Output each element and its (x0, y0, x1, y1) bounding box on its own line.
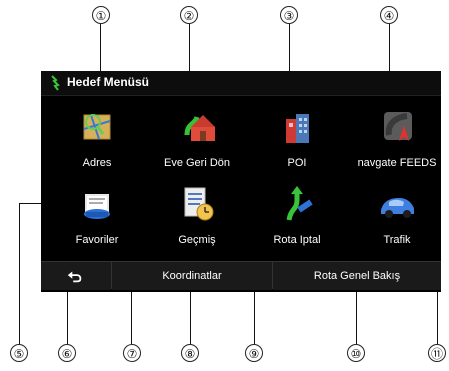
feeds-icon (384, 112, 412, 141)
address-map-icon (83, 114, 111, 140)
tile-history-label: Geçmiş (178, 234, 216, 246)
favorites-icon (84, 194, 110, 219)
destination-menu-icon (51, 75, 60, 91)
tile-home-label: Eve Geri Dön (163, 157, 231, 169)
navigation-screen: Hedef Menüsü Adres Eve Geri Dön POI navg… (41, 71, 441, 292)
tile-favorites-label: Favoriler (75, 234, 119, 246)
leader-line-8 (190, 285, 191, 344)
callout-7: ⑦ (123, 344, 141, 362)
leader-line-5 (19, 203, 20, 344)
back-arrow-icon (67, 271, 82, 283)
tile-history[interactable]: Geçmiş (147, 176, 247, 253)
tile-feeds[interactable]: navgate FEEDS (347, 99, 447, 176)
tile-home[interactable]: Eve Geri Dön (147, 99, 247, 176)
callout-4: ④ (380, 6, 398, 24)
tile-cancel-route-label: Rota Iptal (273, 234, 321, 246)
home-route-icon (184, 115, 215, 141)
callout-9: ⑨ (245, 344, 263, 362)
callout-3: ③ (280, 6, 298, 24)
tile-traffic-label: Trafik (383, 234, 411, 246)
tile-address-label: Adres (82, 157, 112, 169)
title-bar: Hedef Menüsü (41, 71, 441, 96)
route-overview-label: Rota Genel Bakış (313, 270, 401, 282)
tile-favorites[interactable]: Favoriler (47, 176, 147, 253)
coordinates-button[interactable]: Koordinatlar (112, 261, 272, 290)
route-overview-button[interactable]: Rota Genel Bakış (273, 261, 441, 290)
callout-10: ⑩ (347, 344, 365, 362)
tile-poi-label: POI (287, 157, 307, 169)
cancel-route-icon (286, 186, 313, 221)
tile-feeds-label: navgate FEEDS (357, 157, 437, 169)
callout-8: ⑧ (181, 344, 199, 362)
tile-traffic[interactable]: Trafik (347, 176, 447, 253)
leader-line-10 (356, 285, 357, 344)
poi-icon (286, 114, 309, 143)
back-button[interactable] (41, 261, 111, 290)
callout-1: ① (92, 6, 110, 24)
traffic-car-icon (381, 198, 414, 218)
tile-address[interactable]: Adres (47, 99, 147, 176)
callout-2: ② (180, 6, 198, 24)
coordinates-label: Koordinatlar (162, 270, 222, 282)
leader-line-6 (67, 283, 68, 344)
callout-6: ⑥ (58, 344, 76, 362)
callout-5: ⑤ (10, 344, 28, 362)
tile-cancel-route[interactable]: Rota Iptal (247, 176, 347, 253)
history-icon (184, 187, 214, 221)
callout-11: ⑪ (428, 344, 446, 362)
tile-poi[interactable]: POI (247, 99, 347, 176)
page-title: Hedef Menüsü (67, 75, 150, 89)
